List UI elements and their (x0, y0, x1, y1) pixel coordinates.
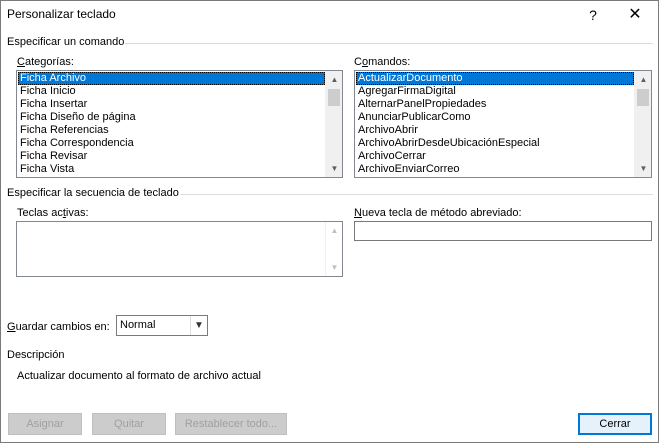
active-keys-scrollbar: ▲ ▼ (325, 222, 342, 276)
sequence-group-heading: Especificar la secuencia de teclado (7, 187, 179, 199)
remove-button[interactable]: Quitar (92, 413, 166, 435)
active-keys-items (18, 223, 325, 275)
categories-scrollbar[interactable]: ▲ ▼ (325, 71, 342, 177)
command-list-item[interactable]: ArchivoCerrar (356, 150, 634, 163)
new-shortcut-label: Nueva tecla de método abreviado: (354, 207, 522, 219)
save-in-value: Normal (120, 319, 156, 331)
description-text: Actualizar documento al formato de archi… (17, 370, 261, 382)
commands-listbox[interactable]: ActualizarDocumento AgregarFirmaDigital Al… (354, 70, 652, 178)
commands-items: ActualizarDocumento AgregarFirmaDigital Al… (356, 72, 634, 176)
command-list-item[interactable]: AlternarPanelPropiedades (356, 98, 634, 111)
help-button[interactable]: ? (581, 5, 605, 25)
category-list-item[interactable]: Ficha Insertar (18, 98, 325, 111)
new-shortcut-input[interactable] (354, 221, 652, 241)
active-keys-label: Teclas activas: (17, 207, 89, 219)
command-list-item[interactable]: ActualizarDocumento (356, 72, 634, 85)
command-list-item[interactable]: ArchivoAbrirDesdeUbicaciónEspecial (356, 137, 634, 150)
customize-keyboard-dialog: Personalizar teclado ? ✕ Especificar un … (0, 0, 659, 443)
command-group-divider (125, 43, 653, 44)
dialog-title: Personalizar teclado (7, 7, 116, 21)
active-keys-listbox[interactable]: ▲ ▼ (16, 221, 343, 277)
category-list-item[interactable]: Ficha Correspondencia (18, 137, 325, 150)
close-icon[interactable]: ✕ (623, 5, 647, 25)
scroll-up-icon: ▲ (330, 226, 339, 235)
scroll-up-icon[interactable]: ▲ (326, 71, 342, 88)
categories-label: Categorías: (17, 56, 74, 68)
category-list-item[interactable]: Ficha Inicio (18, 85, 325, 98)
command-list-item[interactable]: AnunciarPublicarComo (356, 111, 634, 124)
assign-button[interactable]: Asignar (8, 413, 82, 435)
category-list-item[interactable]: Ficha Vista (18, 163, 325, 176)
commands-scroll-thumb[interactable] (637, 89, 649, 106)
save-in-label: Guardar cambios en: (7, 321, 110, 333)
command-list-item[interactable]: AgregarFirmaDigital (356, 85, 634, 98)
commands-label: Comandos: (354, 56, 411, 68)
chevron-down-icon[interactable]: ▼ (190, 316, 207, 335)
command-list-item[interactable]: ArchivoEnviarCorreo (356, 163, 634, 176)
category-list-item[interactable]: Ficha Referencias (18, 124, 325, 137)
sequence-group-divider (181, 194, 653, 195)
categories-listbox[interactable]: Ficha Archivo Ficha Inicio Ficha Insertar F… (16, 70, 343, 178)
category-list-item[interactable]: Ficha Archivo (18, 72, 325, 85)
description-heading: Descripción (7, 349, 65, 361)
category-list-item[interactable]: Ficha Diseño de página (18, 111, 325, 124)
command-group-heading: Especificar un comando (7, 36, 125, 48)
reset-all-button[interactable]: Restablecer todo... (175, 413, 287, 435)
scroll-down-icon[interactable]: ▼ (326, 160, 342, 177)
close-button[interactable]: Cerrar (578, 413, 652, 435)
title-bar: Personalizar teclado ? ✕ (1, 1, 658, 30)
scroll-up-icon[interactable]: ▲ (635, 71, 651, 88)
save-in-select[interactable]: Normal ▼ (116, 315, 208, 336)
commands-scrollbar[interactable]: ▲ ▼ (634, 71, 651, 177)
category-list-item[interactable]: Ficha Revisar (18, 150, 325, 163)
categories-scroll-thumb[interactable] (328, 89, 340, 106)
command-list-item[interactable]: ArchivoAbrir (356, 124, 634, 137)
scroll-down-icon[interactable]: ▼ (635, 160, 651, 177)
scroll-down-icon: ▼ (330, 263, 339, 272)
categories-items: Ficha Archivo Ficha Inicio Ficha Insertar F… (18, 72, 325, 176)
